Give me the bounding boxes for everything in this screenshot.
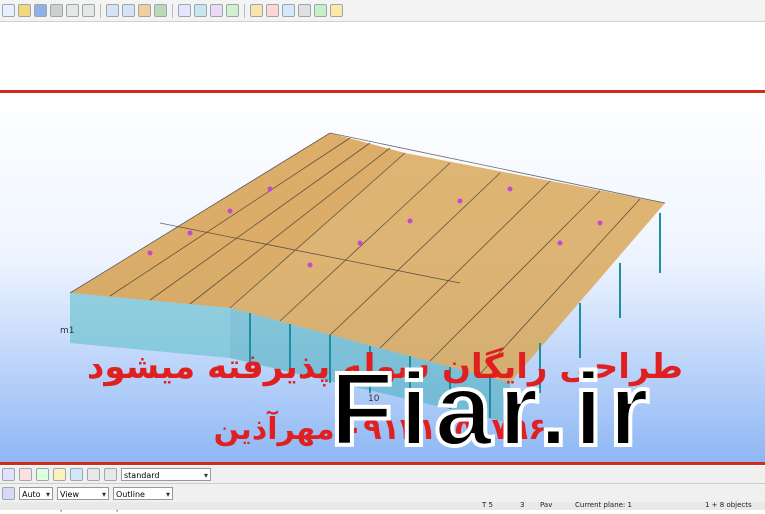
status-selection: 1 + 8 objects <box>705 501 752 509</box>
status-plane: Current plane: 1 <box>575 501 632 509</box>
bottom-toolbar: standard <box>0 466 765 484</box>
toolbar-separator <box>100 3 101 18</box>
layer-icon[interactable] <box>282 4 295 17</box>
model-tag-left: m1 <box>60 326 75 336</box>
snap-settings-icon[interactable] <box>2 486 15 500</box>
redo-icon[interactable] <box>82 4 95 17</box>
grid-toggle-icon[interactable] <box>2 468 15 481</box>
watermark-text: Fiar.ir <box>328 352 656 468</box>
status-value: 3 <box>520 501 525 509</box>
snap-toggle-icon[interactable] <box>19 468 32 481</box>
copy-icon[interactable] <box>122 4 135 17</box>
view-plane-select[interactable]: View plane <box>57 486 109 512</box>
undo-icon[interactable] <box>66 4 79 17</box>
auto-select[interactable]: Auto <box>19 486 53 501</box>
settings-icon[interactable] <box>314 4 327 17</box>
save-icon[interactable] <box>34 4 47 17</box>
main-toolbar <box>0 0 765 22</box>
zoom-icon[interactable] <box>194 4 207 17</box>
toolbar-separator <box>244 3 245 18</box>
select-filter-icon[interactable] <box>87 468 100 481</box>
select-icon[interactable] <box>178 4 191 17</box>
drawing-area-top <box>0 22 765 90</box>
print-icon[interactable] <box>50 4 63 17</box>
measure-icon[interactable] <box>154 4 167 17</box>
help-icon[interactable] <box>330 4 343 17</box>
pan-icon[interactable] <box>210 4 223 17</box>
status-bar: T 5 3 Pav Current plane: 1 1 + 8 objects <box>0 501 765 510</box>
new-icon[interactable] <box>2 4 15 17</box>
measure-toggle-icon[interactable] <box>53 468 66 481</box>
open-icon[interactable] <box>18 4 31 17</box>
snap-icon[interactable] <box>266 4 279 17</box>
snap-toolbar: Auto View plane Outline planes <box>0 484 765 512</box>
grid-icon[interactable] <box>250 4 263 17</box>
outline-planes-select[interactable]: Outline planes <box>113 486 173 512</box>
filter-icon[interactable] <box>70 468 83 481</box>
ortho-toggle-icon[interactable] <box>36 468 49 481</box>
toolbar-separator <box>172 3 173 18</box>
status-scale: T 5 <box>482 501 493 509</box>
render-icon[interactable] <box>298 4 311 17</box>
status-mode: Pav <box>540 501 553 509</box>
standard-select[interactable]: standard <box>121 468 211 482</box>
view-filter-icon[interactable] <box>104 468 117 481</box>
paste-icon[interactable] <box>138 4 151 17</box>
cut-icon[interactable] <box>106 4 119 17</box>
rotate-icon[interactable] <box>226 4 239 17</box>
